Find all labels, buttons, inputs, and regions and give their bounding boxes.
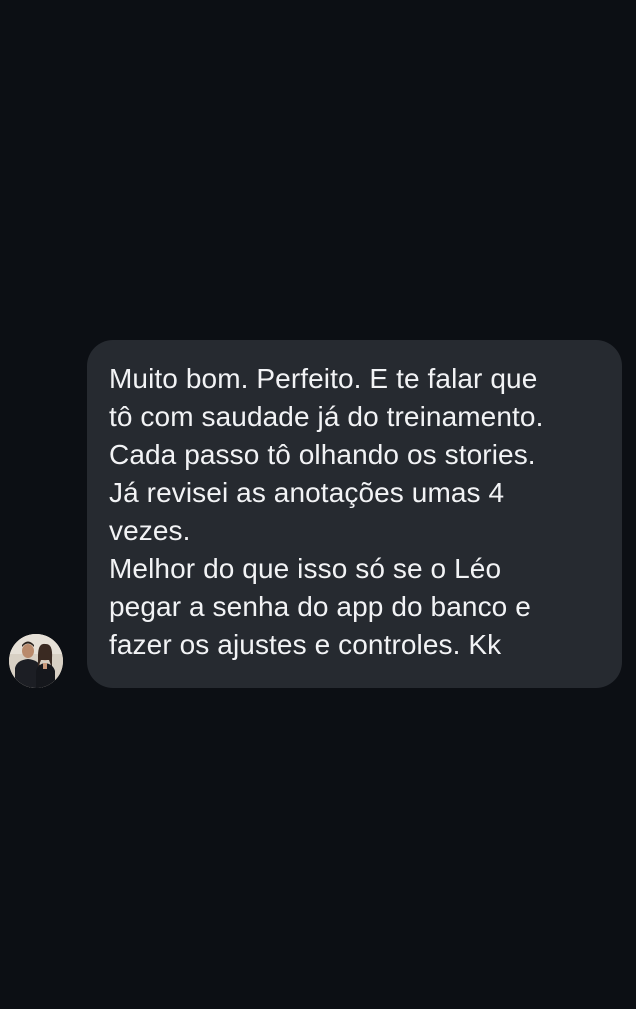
avatar-photo-icon: [9, 634, 63, 688]
message-paragraph: Muito bom. Perfeito. E te falar que tô c…: [109, 363, 544, 546]
message-bubble[interactable]: Muito bom. Perfeito. E te falar que tô c…: [87, 340, 622, 688]
incoming-message-row: Muito bom. Perfeito. E te falar que tô c…: [0, 0, 636, 1009]
sender-avatar[interactable]: [9, 634, 63, 688]
message-paragraph: Melhor do que isso só se o Léo pegar a s…: [109, 553, 531, 660]
chat-screen: Muito bom. Perfeito. E te falar que tô c…: [0, 0, 636, 1009]
message-text: Muito bom. Perfeito. E te falar que tô c…: [109, 360, 606, 664]
